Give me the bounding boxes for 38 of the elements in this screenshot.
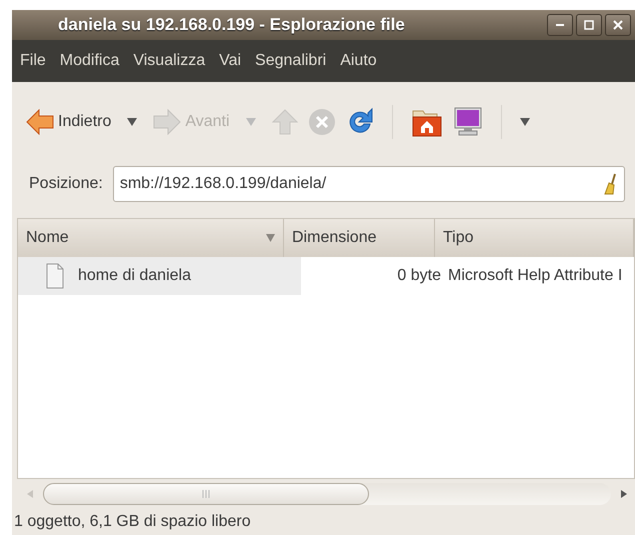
arrow-icon bbox=[26, 109, 54, 135]
menu-item[interactable]: Vai bbox=[219, 52, 242, 70]
file-name-cell[interactable]: home di daniela bbox=[18, 257, 301, 295]
file-icon bbox=[46, 263, 64, 289]
stop-icon bbox=[308, 108, 336, 136]
maximize-icon bbox=[584, 20, 594, 30]
caret-icon bbox=[127, 118, 138, 126]
menu-item[interactable]: File bbox=[20, 52, 46, 70]
up-arrow-icon bbox=[272, 109, 298, 135]
menu-item[interactable]: Aiuto bbox=[340, 52, 377, 70]
back-button[interactable]: Indietro bbox=[26, 109, 112, 135]
caret-icon bbox=[520, 118, 530, 126]
overflow-button[interactable] bbox=[520, 118, 530, 126]
close-button[interactable] bbox=[605, 14, 631, 36]
location-label: Posizione: bbox=[29, 175, 103, 193]
window-title: daniela su 192.168.0.199 - Esplorazione file bbox=[58, 15, 405, 35]
scroll-right-icon bbox=[621, 490, 627, 498]
sort-icon bbox=[266, 234, 275, 242]
menu-item[interactable]: Visualizza bbox=[133, 52, 206, 70]
table-cell-text: 0 byte bbox=[396, 266, 442, 286]
scroll-left-icon bbox=[27, 490, 33, 498]
status-text: 1 oggetto, 6,1 GB di spazio libero bbox=[13, 512, 252, 532]
maximize-button[interactable] bbox=[576, 14, 602, 36]
menu-item[interactable]: Segnalibri bbox=[255, 52, 326, 70]
minimize-button[interactable] bbox=[547, 14, 573, 36]
location-field[interactable]: smb://192.168.0.199/daniela/ bbox=[112, 166, 625, 202]
computer-button[interactable] bbox=[452, 107, 483, 137]
scrollbar-thumb[interactable] bbox=[43, 483, 369, 505]
minimize-icon bbox=[556, 24, 564, 26]
table-cell-text: Microsoft Help Attribute I bbox=[447, 266, 624, 286]
menu-item[interactable]: Modifica bbox=[60, 52, 120, 70]
broom-icon bbox=[604, 173, 618, 195]
caret-icon bbox=[246, 118, 256, 126]
grip-icon bbox=[202, 490, 210, 498]
arrow-icon bbox=[153, 109, 182, 135]
close-icon bbox=[613, 20, 623, 30]
column-header[interactable]: Tipo bbox=[435, 219, 634, 257]
computer-icon bbox=[452, 107, 483, 137]
